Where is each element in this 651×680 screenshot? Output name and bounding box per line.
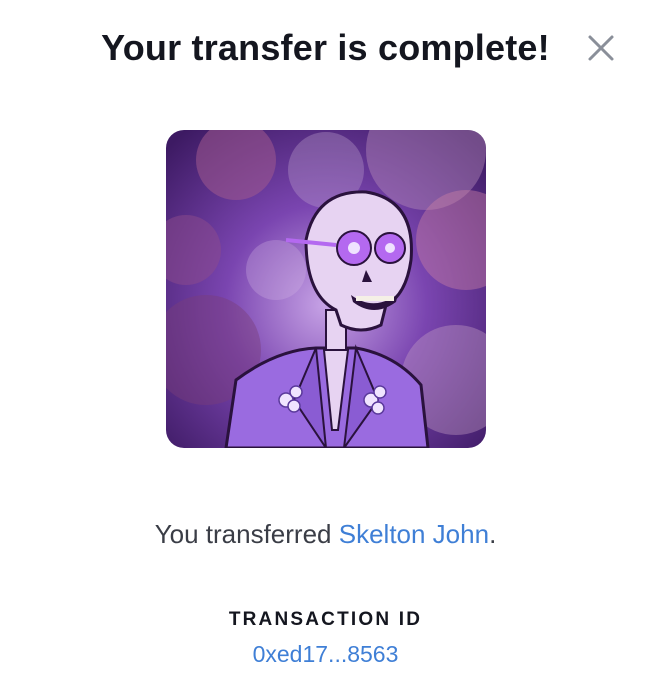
message-suffix: .: [489, 519, 497, 549]
modal-title: Your transfer is complete!: [101, 27, 550, 68]
nft-image: [166, 130, 486, 448]
nft-name-link[interactable]: Skelton John: [339, 519, 489, 549]
message-prefix: You transferred: [154, 519, 339, 549]
close-icon[interactable]: [585, 32, 617, 64]
transaction-id-label: TRANSACTION ID: [228, 609, 423, 630]
close-button[interactable]: [585, 32, 617, 64]
transfer-message: You transferred Skelton John.: [0, 514, 651, 554]
transaction-id-link[interactable]: 0xed17...8563: [0, 638, 651, 670]
transfer-complete-modal: Your transfer is complete! You transferr…: [0, 0, 651, 680]
skeleton-nft-artwork: [166, 130, 486, 448]
